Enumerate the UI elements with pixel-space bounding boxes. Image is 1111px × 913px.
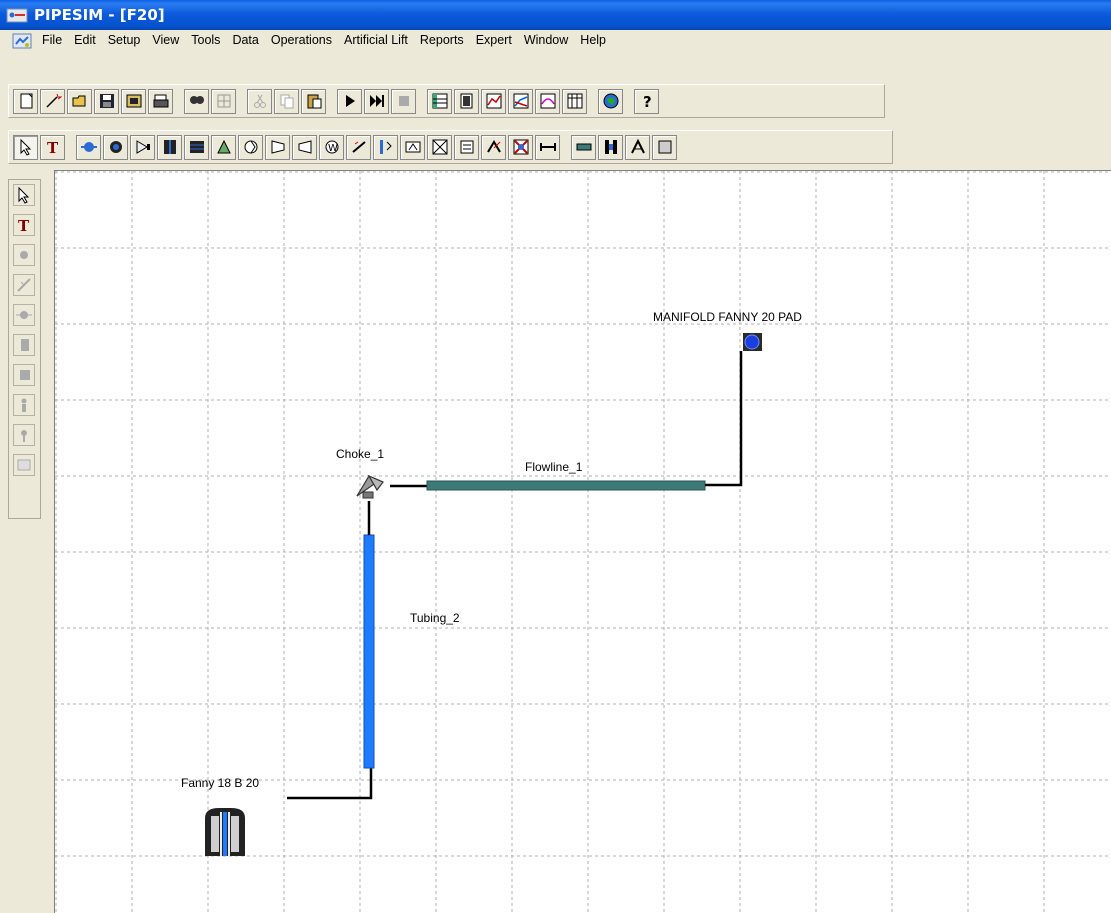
output-graph-icon[interactable] — [535, 88, 560, 114]
sink-icon[interactable] — [103, 134, 128, 160]
separator-icon[interactable]: W — [319, 134, 344, 160]
line-disabled-icon[interactable] — [13, 274, 35, 296]
graph-icon[interactable] — [481, 88, 506, 114]
connector-icon[interactable] — [625, 134, 650, 160]
source-disabled-icon[interactable] — [13, 244, 35, 266]
flowline-tool-icon[interactable] — [571, 134, 596, 160]
run-all-icon[interactable] — [364, 88, 389, 114]
objects-toolbar: TW — [8, 130, 893, 164]
well-label: Fanny 18 B 20 — [181, 776, 260, 790]
pump-icon[interactable] — [238, 134, 263, 160]
report-tool-icon[interactable] — [481, 134, 506, 160]
node-icon[interactable] — [652, 134, 677, 160]
menu-expert[interactable]: Expert — [470, 30, 518, 51]
multiplier-icon[interactable] — [535, 134, 560, 160]
app-window: { "window": { "title": "PIPESIM - [F20]"… — [0, 0, 1111, 913]
globe-icon[interactable] — [598, 88, 623, 114]
tubing-label: Tubing_2 — [410, 611, 460, 625]
print-icon[interactable] — [148, 88, 173, 114]
menu-bar: File Edit Setup View Tools Data Operatio… — [0, 30, 1111, 51]
meter-icon[interactable] — [373, 134, 398, 160]
print-setup-icon[interactable] — [121, 88, 146, 114]
riser-icon[interactable] — [454, 134, 479, 160]
menu-view[interactable]: View — [146, 30, 185, 51]
tubing-pipe[interactable] — [363, 534, 375, 769]
profile-icon[interactable] — [508, 88, 533, 114]
menu-setup[interactable]: Setup — [102, 30, 147, 51]
keypad-disabled-icon[interactable] — [13, 454, 35, 476]
network-diagram — [205, 333, 762, 856]
source-icon[interactable] — [76, 134, 101, 160]
menu-operations[interactable]: Operations — [265, 30, 338, 51]
menu-reports[interactable]: Reports — [414, 30, 470, 51]
open-icon[interactable] — [67, 88, 92, 114]
copy-icon[interactable] — [274, 88, 299, 114]
injection-point-icon[interactable] — [130, 134, 155, 160]
svg-text:T: T — [18, 217, 30, 234]
text-tool-icon[interactable]: T — [40, 134, 65, 160]
menu-tools[interactable]: Tools — [185, 30, 226, 51]
menu-data[interactable]: Data — [226, 30, 264, 51]
save-icon[interactable] — [94, 88, 119, 114]
multi-well-icon[interactable] — [184, 134, 209, 160]
choke-label: Choke_1 — [336, 447, 385, 461]
well-icon[interactable] — [157, 134, 182, 160]
node-disabled-icon[interactable] — [13, 304, 35, 326]
paste-icon[interactable] — [301, 88, 326, 114]
svg-text:T: T — [47, 139, 59, 156]
text-icon[interactable]: T — [13, 214, 35, 236]
object-palette: T — [8, 179, 41, 519]
wand-icon[interactable] — [40, 88, 65, 114]
window-title: PIPESIM - [F20] — [34, 6, 165, 24]
well-disabled-icon[interactable] — [13, 334, 35, 356]
tubing-tool-icon[interactable] — [598, 134, 623, 160]
flowline-manifold-connector[interactable] — [705, 351, 743, 487]
network-canvas[interactable]: MANIFOLD FANNY 20 PAD Choke_1 Flowline_1… — [54, 170, 1111, 913]
new-icon[interactable] — [13, 88, 38, 114]
menu-window[interactable]: Window — [518, 30, 574, 51]
check-valve-icon[interactable] — [400, 134, 425, 160]
help-icon[interactable]: ? — [634, 88, 659, 114]
menu-help[interactable]: Help — [574, 30, 612, 51]
manifold-node[interactable] — [743, 333, 762, 351]
multi-well-disabled-icon[interactable] — [13, 364, 35, 386]
menu-artificial-lift[interactable]: Artificial Lift — [338, 30, 414, 51]
select-icon[interactable] — [13, 134, 38, 160]
cut-icon[interactable] — [247, 88, 272, 114]
find-icon[interactable] — [184, 88, 209, 114]
heater-icon[interactable] — [346, 134, 371, 160]
pipesim-app-icon — [6, 6, 28, 24]
title-bar: PIPESIM - [F20] — [0, 0, 1111, 30]
well-icon[interactable] — [205, 808, 245, 856]
table-icon[interactable] — [427, 88, 452, 114]
grid-icon[interactable] — [211, 88, 236, 114]
document-icon[interactable] — [10, 30, 34, 51]
choke-tool-icon[interactable] — [211, 134, 236, 160]
stop-icon[interactable] — [391, 88, 416, 114]
svg-text:W: W — [328, 143, 338, 154]
engine-icon[interactable] — [508, 134, 533, 160]
menu-edit[interactable]: Edit — [68, 30, 102, 51]
well-connector[interactable] — [287, 767, 373, 800]
compressor-icon[interactable] — [265, 134, 290, 160]
main-toolbar: ? — [8, 84, 885, 118]
flowline-pipe[interactable] — [426, 480, 706, 491]
injector-disabled-icon[interactable] — [13, 424, 35, 446]
manifold-label: MANIFOLD FANNY 20 PAD — [653, 310, 802, 324]
expander-icon[interactable] — [292, 134, 317, 160]
report-icon[interactable] — [454, 88, 479, 114]
select-icon[interactable] — [13, 184, 35, 206]
run-icon[interactable] — [337, 88, 362, 114]
menu-file[interactable]: File — [36, 30, 68, 51]
junction-icon[interactable] — [427, 134, 452, 160]
person-disabled-icon[interactable] — [13, 394, 35, 416]
flowline-label: Flowline_1 — [525, 460, 583, 474]
svg-text:?: ? — [643, 93, 652, 110]
choke-icon[interactable] — [356, 474, 384, 499]
spreadsheet-icon[interactable] — [562, 88, 587, 114]
